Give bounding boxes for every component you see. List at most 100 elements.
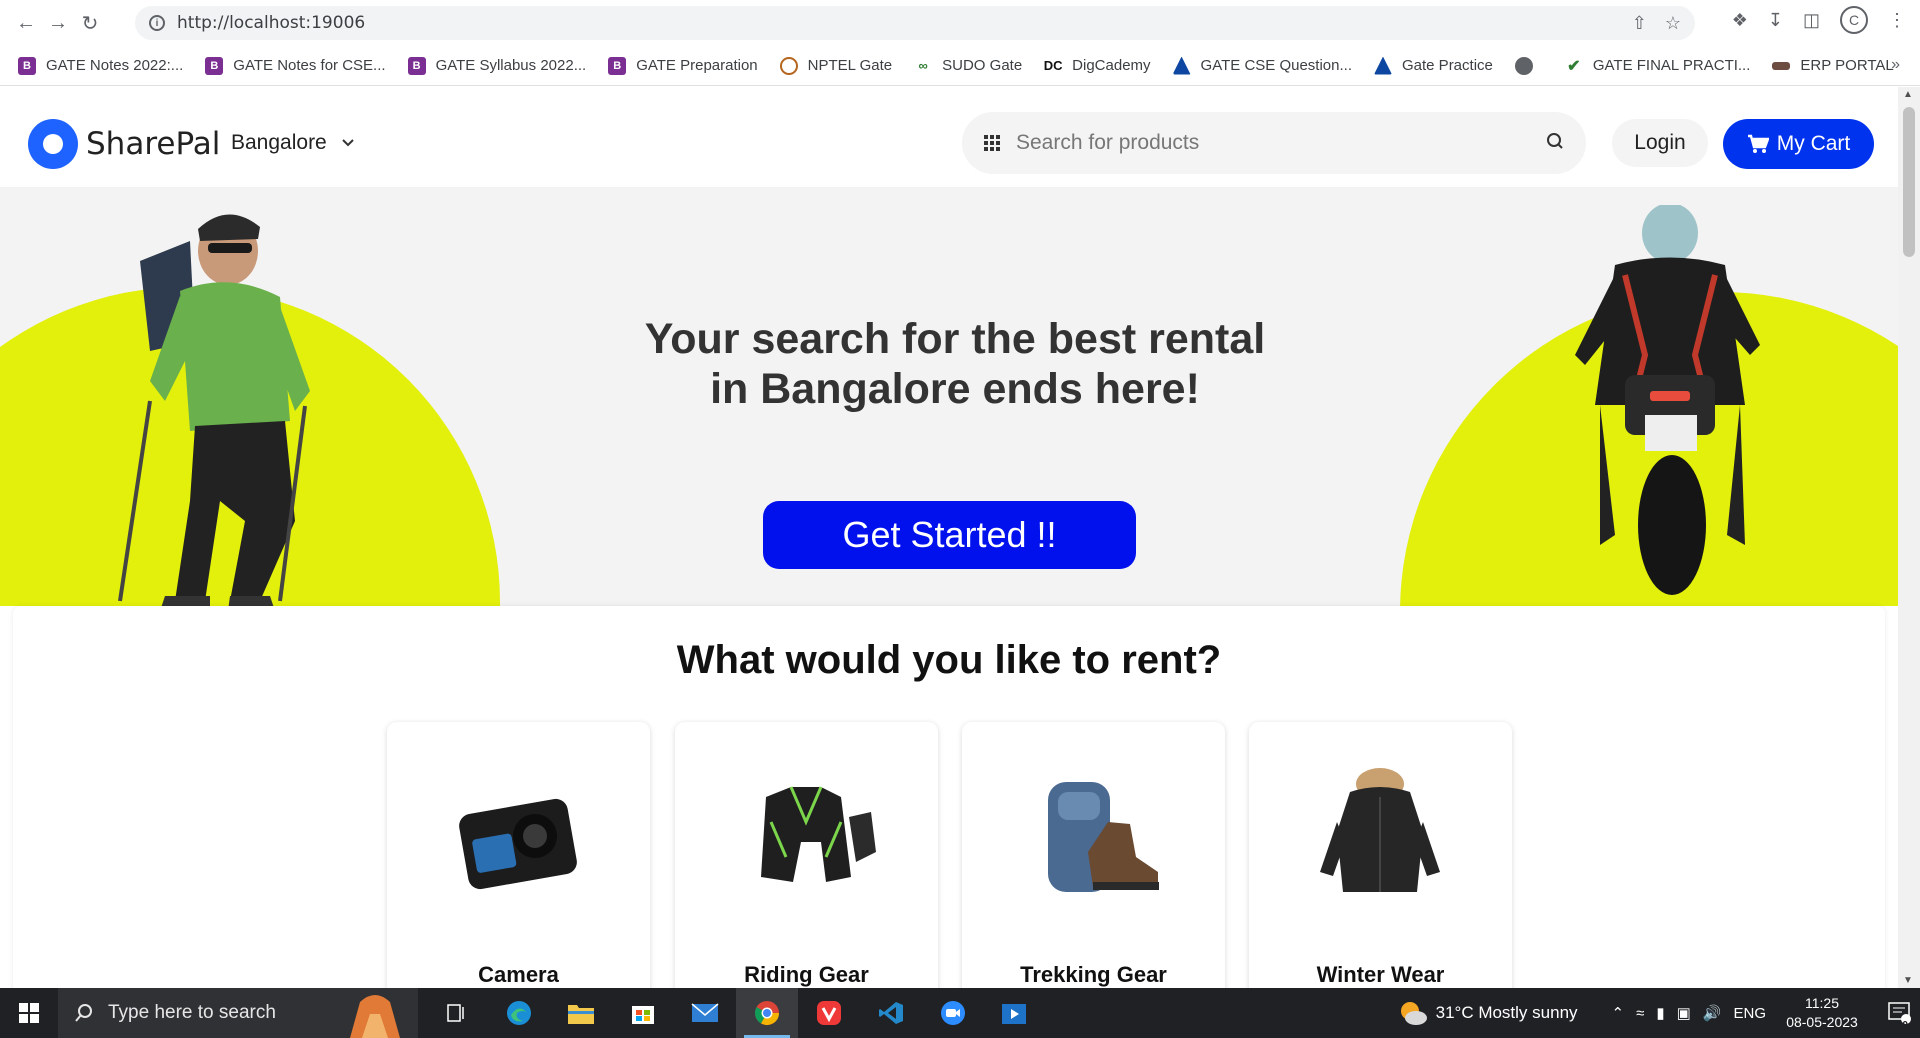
zoom-icon[interactable] <box>922 988 984 1038</box>
b-icon: B <box>205 56 224 75</box>
hero-title: Your search for the best rental in Banga… <box>644 315 1266 413</box>
erp-icon <box>1772 61 1791 70</box>
bookmark-item[interactable]: ERP PORTAL <box>1772 57 1894 74</box>
side-panel-icon[interactable]: ◫ <box>1803 10 1820 31</box>
action-camera-icon <box>459 798 577 890</box>
search-bar[interactable] <box>962 112 1586 174</box>
clock[interactable]: 11:25 08-05-2023 <box>1782 994 1862 1032</box>
logo-icon <box>28 119 78 169</box>
address-bar[interactable]: i http://localhost:19006 ⇧ ☆ <box>135 6 1695 40</box>
site-header: SharePal Bangalore Login My Cart <box>0 87 1898 187</box>
star-icon[interactable]: ☆ <box>1665 13 1681 34</box>
system-tray: ⌃ ≈ ▮ ▣ 🔊 ENG <box>1612 1004 1766 1023</box>
scroll-thumb[interactable] <box>1903 107 1915 257</box>
network-icon[interactable]: ≈ <box>1636 1005 1644 1022</box>
category-label: Winter Wear <box>1316 962 1445 987</box>
language-indicator[interactable]: ENG <box>1733 1005 1766 1022</box>
b-icon: B <box>407 56 426 75</box>
scroll-up-icon[interactable]: ▲ <box>1903 89 1913 100</box>
store-icon[interactable] <box>612 988 674 1038</box>
media-player-icon[interactable] <box>984 988 1046 1038</box>
b-icon: B <box>608 56 627 75</box>
info-icon[interactable]: i <box>149 15 165 31</box>
chrome-icon[interactable] <box>736 988 798 1038</box>
bookmark-item[interactable]: DC DigCademy <box>1043 57 1151 75</box>
url-text[interactable]: http://localhost:19006 <box>177 13 365 33</box>
bookmark-item[interactable] <box>1514 56 1543 75</box>
weather-text: 31°C Mostly sunny <box>1435 1003 1578 1022</box>
vivaldi-icon[interactable] <box>798 988 860 1038</box>
volume-icon[interactable]: 🔊 <box>1703 1004 1722 1022</box>
bookmark-item[interactable]: ∞ SUDO Gate <box>914 57 1023 75</box>
search-input[interactable] <box>1016 131 1516 155</box>
get-started-button[interactable]: Get Started !! <box>763 501 1136 569</box>
hiker-image <box>118 214 310 606</box>
backpack-boot-icon <box>1048 782 1159 892</box>
vscode-icon[interactable] <box>860 988 922 1038</box>
bookmark-item[interactable]: Gate Practice <box>1374 56 1493 75</box>
riding-jacket-icon <box>761 786 876 882</box>
back-icon[interactable]: ← <box>10 7 42 39</box>
sun-cloud-icon <box>1400 1002 1427 1025</box>
search-icon[interactable] <box>1546 132 1564 150</box>
b-icon: B <box>18 56 36 75</box>
chevron-down-icon <box>342 139 354 147</box>
cart-button[interactable]: My Cart <box>1723 119 1874 169</box>
globe-icon <box>1514 56 1533 75</box>
brand-name: SharePal <box>86 126 221 162</box>
sudo-icon: ∞ <box>918 58 928 73</box>
extensions-icon[interactable]: ❖ <box>1732 10 1748 31</box>
profile-avatar[interactable]: C <box>1840 6 1868 34</box>
page-scrollbar[interactable]: ▲ ▼ <box>1898 87 1920 988</box>
chevron-up-icon[interactable]: ⌃ <box>1612 1004 1625 1022</box>
hero-banner: Your search for the best rental in Banga… <box>0 187 1898 606</box>
reload-icon[interactable]: ↻ <box>74 7 106 39</box>
category-label: Camera <box>478 962 559 987</box>
cart-icon <box>1747 134 1769 153</box>
city-selector[interactable]: Bangalore <box>231 131 355 155</box>
city-name: Bangalore <box>231 131 327 154</box>
more-bookmarks-icon[interactable]: » <box>1891 56 1900 74</box>
winter-jacket-icon <box>1320 768 1440 892</box>
logo[interactable]: SharePal <box>28 119 220 169</box>
bookmarks-bar: B GATE Notes 2022:... B GATE Notes for CSE… <box>0 46 1920 86</box>
rent-section-title: What would you like to rent? <box>676 638 1222 682</box>
share-icon[interactable]: ⇧ <box>1632 13 1647 34</box>
scroll-down-icon[interactable]: ▼ <box>1903 975 1913 986</box>
weather-widget[interactable]: 31°C Mostly sunny <box>1398 1000 1578 1026</box>
mail-icon[interactable] <box>674 988 736 1038</box>
bookmark-item[interactable]: NPTEL Gate <box>779 56 892 75</box>
gp-icon <box>1374 56 1392 75</box>
download-icon[interactable]: ↧ <box>1768 10 1783 31</box>
taskbar: Type here to search 31°C Mostly sunny ⌃ … <box>0 988 1920 1038</box>
grid-icon[interactable] <box>984 135 1000 151</box>
menu-icon[interactable]: ⋮ <box>1888 10 1906 31</box>
category-label: Trekking Gear <box>1020 962 1167 987</box>
camera-icon[interactable]: ▣ <box>1677 1004 1691 1022</box>
bookmark-item[interactable]: B GATE Notes for CSE... <box>205 56 386 75</box>
check-icon: ✔ <box>1567 57 1581 75</box>
notification-count: 10 <box>1896 1020 1908 1031</box>
edge-icon[interactable] <box>488 988 550 1038</box>
bookmark-item[interactable]: B GATE Syllabus 2022... <box>407 56 586 75</box>
gcq-icon <box>1172 56 1191 75</box>
nptel-icon <box>779 56 798 75</box>
task-view-icon[interactable] <box>426 988 488 1038</box>
category-card-riding-gear[interactable]: Riding Gear <box>675 722 938 988</box>
category-card-winter-wear[interactable]: Winter Wear <box>1249 722 1512 988</box>
dc-icon: DC <box>1043 58 1063 73</box>
bookmark-item[interactable]: GATE CSE Question... <box>1172 56 1352 75</box>
category-card-camera[interactable]: Camera <box>387 722 650 988</box>
rider-image <box>1575 205 1760 595</box>
windows-start-button[interactable] <box>0 988 58 1038</box>
forward-icon[interactable]: → <box>42 7 74 39</box>
taskbar-search[interactable]: Type here to search <box>58 988 418 1038</box>
battery-icon[interactable]: ▮ <box>1656 1004 1664 1022</box>
bookmark-item[interactable]: ✔ GATE FINAL PRACTI... <box>1565 57 1750 75</box>
bookmark-item[interactable]: B GATE Preparation <box>608 56 758 75</box>
file-explorer-icon[interactable] <box>550 988 612 1038</box>
notification-center[interactable]: 10 <box>1880 1002 1920 1031</box>
category-card-trekking-gear[interactable]: Trekking Gear <box>962 722 1225 988</box>
bookmark-item[interactable]: B GATE Notes 2022:... <box>18 56 183 75</box>
login-button[interactable]: Login <box>1612 119 1708 167</box>
